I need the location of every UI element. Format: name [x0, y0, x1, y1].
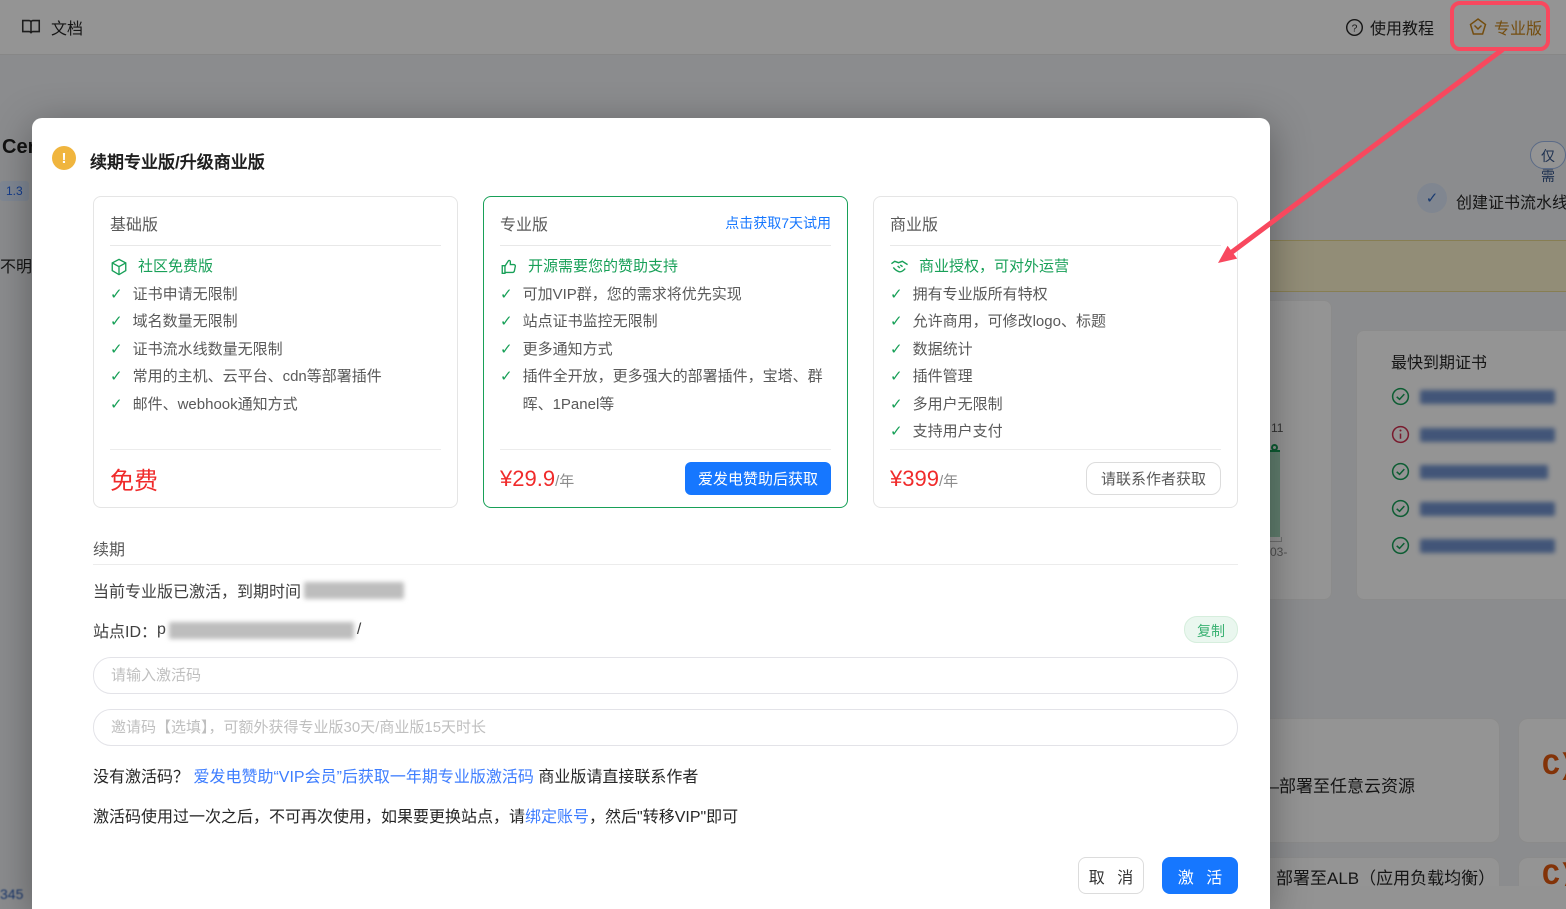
activation-code-input[interactable]: [93, 657, 1238, 694]
plan-footer: 免费: [110, 449, 441, 507]
usage-note: 激活码使用过一次之后，不可再次使用，如果要更换站点，请绑定账号，然后"转移VIP…: [93, 809, 739, 826]
feature-item: ✓ 更多通知方式: [500, 340, 613, 358]
divider: [93, 564, 1238, 565]
plan-name: 基础版: [110, 211, 441, 246]
handshake-icon: [890, 253, 909, 281]
feature-item: ✓ 插件管理: [890, 368, 973, 385]
trial-link[interactable]: 点击获取7天试用: [725, 213, 831, 233]
plan-name: 专业版 点击获取7天试用: [500, 211, 831, 246]
copy-button[interactable]: 复制: [1184, 616, 1238, 643]
contact-author-button[interactable]: 请联系作者获取: [1085, 462, 1221, 495]
feature-item: ✓ 常用的主机、云平台、cdn等部署插件: [110, 368, 382, 385]
plan-headline: 商业授权，可对外运营: [890, 253, 1221, 281]
feature-item: ✓ 域名数量无限制: [110, 313, 238, 330]
plan-headline: 开源需要您的赞助支持: [500, 253, 831, 281]
thumbs-up-icon: [500, 253, 518, 281]
site-id-row: 站点ID： p /: [93, 621, 362, 641]
redacted-site-id: [168, 621, 354, 639]
package-icon: [110, 253, 128, 281]
activate-button[interactable]: 激 活: [1162, 857, 1238, 894]
plan-features: 开源需要您的赞助支持 ✓ 可加VIP群，您的需求将优先实现 ✓ 站点证书监控无限制 …: [500, 246, 831, 418]
sponsor-get-button[interactable]: 爱发电赞助后获取: [684, 462, 831, 495]
feature-item: ✓ 邮件、webhook通知方式: [110, 395, 298, 413]
renew-section-label: 续期: [93, 542, 126, 559]
feature-item: ✓ 多用户无限制: [890, 395, 1003, 413]
plan-price: ¥399/年: [890, 465, 959, 491]
feature-item: ✓ 数据统计: [890, 340, 973, 358]
no-code-note: 没有激活码？ 爱发电赞助“VIP会员”后获取一年期专业版激活码 商业版请直接联系…: [93, 769, 699, 786]
plan-card-pro: 专业版 点击获取7天试用 开源需要您的赞助支持 ✓ 可加VIP群，您的需求将优先实…: [483, 196, 848, 508]
upgrade-modal: ! 续期专业版/升级商业版 基础版 社区免费版 ✓ 证书申请无限制 ✓ 域名数量无限…: [32, 118, 1270, 909]
feature-item: ✓ 证书申请无限制: [110, 285, 238, 303]
feature-item: ✓ 站点证书监控无限制: [500, 313, 658, 330]
modal-title: 续期专业版/升级商业版: [90, 153, 265, 172]
plan-features: 商业授权，可对外运营 ✓ 拥有专业版所有特权 ✓ 允许商用，可修改logo、标题 ✓…: [890, 246, 1221, 446]
cancel-button[interactable]: 取 消: [1078, 857, 1144, 894]
feature-item: ✓ 允许商用，可修改logo、标题: [890, 313, 1106, 330]
sponsor-link[interactable]: 爱发电赞助“VIP会员”后获取一年期专业版激活码: [193, 769, 533, 786]
redacted-expiry-date: [304, 581, 405, 599]
plan-footer: ¥29.9/年 爱发电赞助后获取: [500, 449, 831, 507]
plan-name: 商业版: [890, 211, 1221, 246]
feature-item: ✓ 拥有专业版所有特权: [890, 285, 1048, 303]
plan-features: 社区免费版 ✓ 证书申请无限制 ✓ 域名数量无限制 ✓ 证书流水线数量无限制 ✓ 常用的…: [110, 246, 441, 418]
plan-price: ¥29.9/年: [500, 465, 575, 491]
feature-item: ✓ 证书流水线数量无限制: [110, 340, 283, 358]
plan-card-basic: 基础版 社区免费版 ✓ 证书申请无限制 ✓ 域名数量无限制 ✓ 证书流水线数量无限制 …: [93, 196, 458, 508]
app-viewport: 文档 ? 使用教程 专业版 Certd 1.3 不明白 345 仅需 ✓ 创建证…: [0, 0, 1566, 909]
plan-card-business: 商业版 商业授权，可对外运营 ✓ 拥有专业版所有特权 ✓ 允许商用，可修改logo、…: [873, 196, 1238, 508]
activation-status: 当前专业版已激活，到期时间: [93, 578, 407, 602]
plan-price: 免费: [110, 468, 158, 495]
feature-item: ✓ 插件全开放，更多强大的部署插件，宝塔、群晖、1Panel等: [500, 368, 823, 413]
warning-icon: !: [52, 146, 76, 170]
plan-headline: 社区免费版: [110, 253, 441, 281]
bind-account-link[interactable]: 绑定账号: [525, 809, 589, 826]
feature-item: ✓ 可加VIP群，您的需求将优先实现: [500, 285, 742, 303]
invite-code-input[interactable]: [93, 709, 1238, 746]
feature-item: ✓ 支持用户支付: [890, 423, 1003, 440]
plan-footer: ¥399/年 请联系作者获取: [890, 449, 1221, 507]
